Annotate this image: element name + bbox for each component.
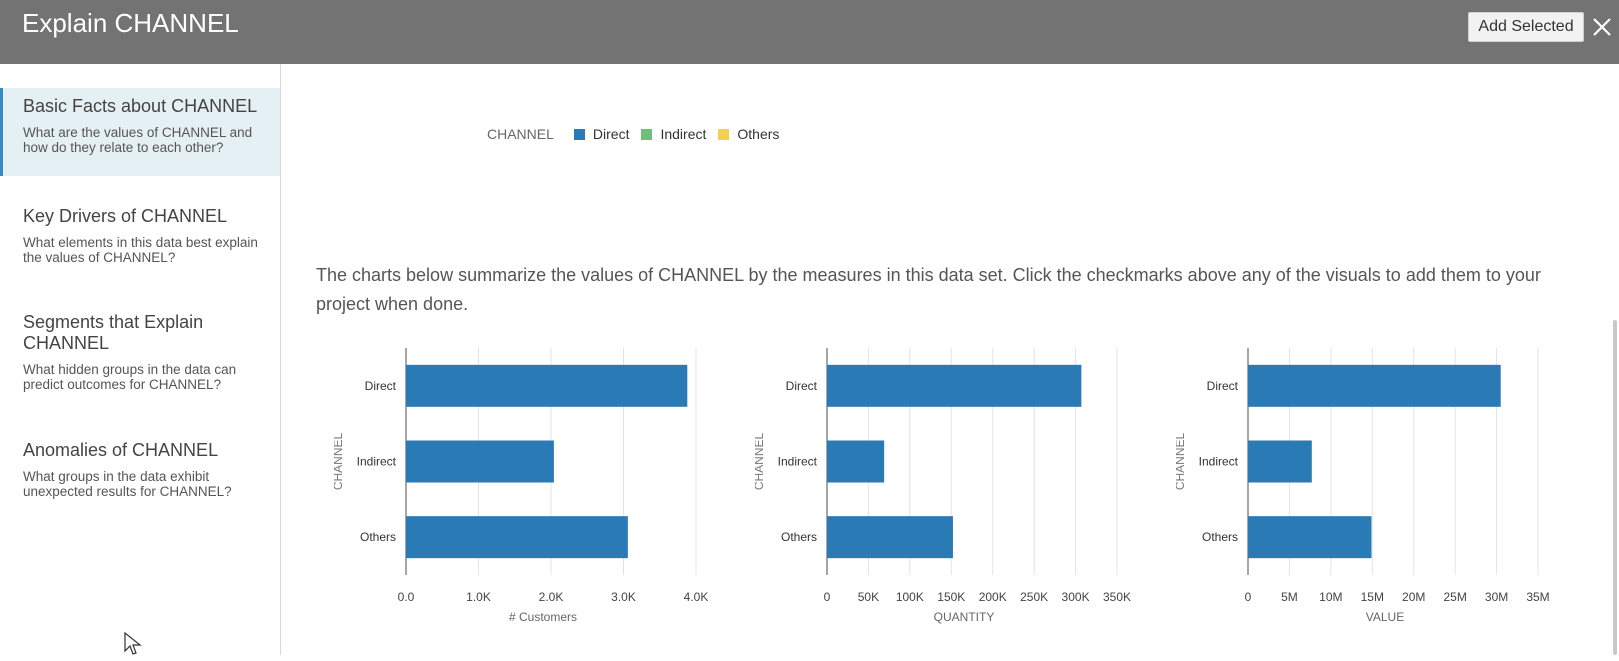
x-tick-label: 50K [858,590,879,604]
y-tick-label: Direct [1207,379,1239,393]
sidebar-item-title: Key Drivers of CHANNEL [23,206,228,226]
x-tick-label: 0.0 [398,590,415,604]
sidebar-item-title: Anomalies of CHANNEL [23,440,219,460]
bar-direct [406,364,688,407]
legend-swatch [573,128,585,140]
legend-label: Others [737,126,780,142]
x-tick-label: 30M [1485,590,1508,604]
customers-bar-chart[interactable]: 0.0 1.0K 2.0K 3.0K 4.0K Direct Indirect Others #… [334,348,724,648]
sidebar-item-title: Basic Facts about CHANNEL [23,96,258,116]
y-tick-label: Indirect [1199,455,1239,469]
dialog-title: Explain CHANNEL [22,8,239,38]
bar-direct [827,364,1082,407]
bar-others [1248,516,1372,559]
sidebar-item-anomalies[interactable]: Anomalies of CHANNEL What groups in the … [0,440,280,520]
x-axis-title: VALUE [1366,610,1404,624]
sidebar-item-description: What hidden groups in the data can predi… [23,362,237,392]
intro-text: The charts below summarize the values of… [316,265,1541,314]
x-tick-label: 1.0K [466,590,491,604]
y-tick-label: Indirect [778,455,818,469]
legend-swatch [641,128,653,140]
bar-indirect [406,440,554,483]
x-tick-label: 3.0K [611,590,636,604]
channel-legend: CHANNEL Direct Indirect Others [487,124,791,144]
sidebar-item-description: What are the values of CHANNEL and how d… [23,125,253,155]
sidebar-item-title: Segments that Explain CHANNEL [23,312,204,353]
legend-swatch [718,128,730,140]
x-tick-label: 200K [979,590,1007,604]
add-selected-button[interactable]: Add Selected [1468,12,1584,42]
x-tick-label: 10M [1319,590,1342,604]
x-axis-title: QUANTITY [934,610,995,624]
legend-label: Indirect [660,126,707,142]
y-tick-label: Indirect [357,455,397,469]
dialog-header: Explain CHANNEL Add Selected [0,0,1619,64]
x-axis-title: # Customers [509,610,577,624]
x-tick-label: 0 [1245,590,1252,604]
sidebar-item-segments[interactable]: Segments that Explain CHANNEL What hidde… [0,312,280,404]
y-axis-title: CHANNEL [1176,433,1187,491]
y-tick-label: Others [360,530,396,544]
sidebar-item-description: What elements in this data best explain … [23,235,258,265]
x-tick-label: 35M [1526,590,1549,604]
x-tick-label: 150K [937,590,965,604]
sidebar-item-basic-facts[interactable]: Basic Facts about CHANNEL What are the v… [0,88,280,176]
x-tick-label: 300K [1062,590,1090,604]
x-tick-label: 2.0K [539,590,564,604]
x-tick-label: 20M [1402,590,1425,604]
x-tick-label: 250K [1020,590,1048,604]
legend-label: Direct [592,126,630,142]
quantity-bar-chart[interactable]: 0 50K 100K 150K 200K 250K 300K 350K Direct Indire… [755,348,1145,648]
bar-others [827,516,953,559]
value-bar-chart[interactable]: 0 5M 10M 15M 20M 25M 30M 35M Direct Indirect Other… [1176,348,1566,648]
x-tick-label: 350K [1103,590,1131,604]
y-tick-label: Others [781,530,817,544]
legend-title: CHANNEL [487,126,554,142]
y-tick-label: Direct [365,379,397,393]
bar-others [406,516,628,559]
y-tick-label: Direct [786,379,818,393]
y-tick-label: Others [1202,530,1238,544]
y-axis-title: CHANNEL [755,433,766,491]
x-tick-label: 100K [896,590,924,604]
bar-direct [1248,364,1501,407]
scrollbar[interactable] [1613,320,1617,655]
bar-indirect [1248,440,1312,483]
x-tick-label: 5M [1281,590,1298,604]
explain-sidebar: Basic Facts about CHANNEL What are the v… [0,64,281,655]
x-tick-label: 4.0K [684,590,709,604]
close-icon[interactable] [1590,14,1614,40]
y-axis-title: CHANNEL [334,433,345,491]
bar-indirect [827,440,885,483]
x-tick-label: 0 [824,590,831,604]
sidebar-item-description: What groups in the data exhibit unexpect… [23,469,232,499]
mouse-cursor-icon [124,631,144,661]
sidebar-item-key-drivers[interactable]: Key Drivers of CHANNEL What elements in … [0,206,280,286]
x-tick-label: 25M [1443,590,1466,604]
legend-item-direct: Direct [573,126,630,142]
legend-item-indirect: Indirect [641,126,706,142]
legend-item-others: Others [718,126,779,142]
x-tick-label: 15M [1361,590,1384,604]
